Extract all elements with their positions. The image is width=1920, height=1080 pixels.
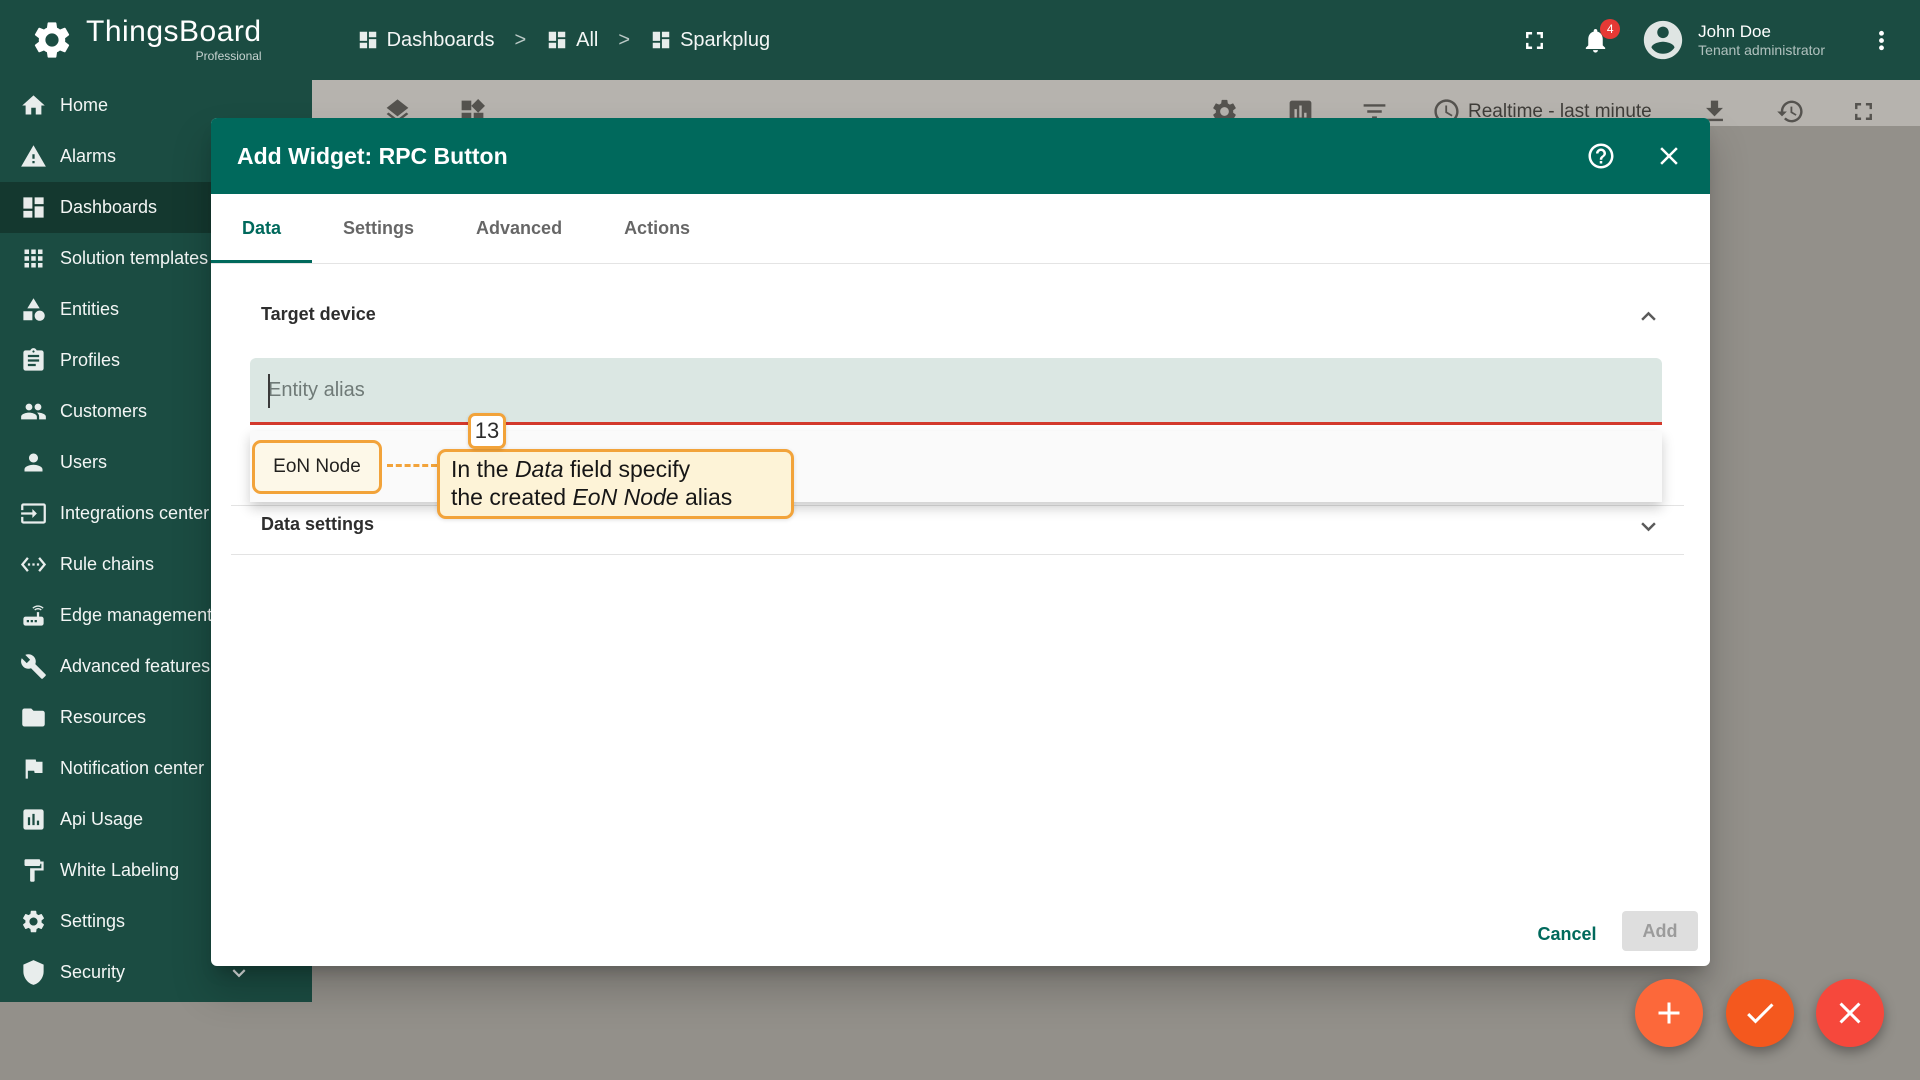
top-header: ThingsBoard Professional Dashboards > Al… [0, 0, 1920, 80]
fullscreen-icon[interactable] [1849, 97, 1878, 126]
add-widget-fab[interactable] [1635, 979, 1703, 1047]
sidebar-item-label: Api Usage [60, 809, 144, 829]
breadcrumb-label: Dashboards [386, 28, 495, 51]
input-icon [21, 503, 46, 524]
breadcrumb-label: All [576, 28, 599, 51]
category-icon [23, 298, 45, 321]
tutorial-step-badge: 13 [468, 413, 506, 449]
dialog-header: Add Widget: RPC Button [211, 118, 1710, 194]
data-settings-panel-title: Data settings [261, 514, 375, 534]
user-role: Tenant administrator [1698, 41, 1825, 58]
expand-panel-chevron-down-icon[interactable] [1634, 512, 1663, 541]
tutorial-callout-line2: the created EoN Node alias [451, 484, 733, 510]
person-icon [24, 453, 43, 472]
people-icon [21, 403, 46, 420]
cancel-button[interactable]: Cancel [1527, 915, 1607, 953]
tab-advanced[interactable]: Advanced [445, 194, 593, 263]
wrench-icon [21, 654, 46, 679]
breadcrumb-item-sparkplug[interactable]: Sparkplug [650, 29, 770, 52]
add-widget-dialog: Add Widget: RPC Button Data Settings Adv… [211, 118, 1710, 966]
divider [231, 554, 1684, 555]
sidebar-item-label: Advanced features [60, 656, 211, 676]
dashboards-icon [652, 31, 670, 49]
help-icon[interactable] [1586, 141, 1616, 171]
user-info: John Doe Tenant administrator [1698, 21, 1825, 60]
tutorial-connector-line [387, 464, 437, 467]
dialog-tabs: Data Settings Advanced Actions [211, 194, 1710, 264]
logo-title: ThingsBoard [86, 15, 262, 48]
breadcrumb-label: Sparkplug [680, 28, 771, 51]
sidebar-item-label: Home [60, 95, 109, 115]
sidebar-item-label: Edge management [60, 605, 213, 625]
more-vert-icon[interactable] [1867, 26, 1896, 55]
ethernet-icon [20, 557, 47, 572]
tab-actions[interactable]: Actions [593, 194, 721, 263]
tutorial-callout-line1: In the Data field specify [451, 456, 691, 482]
sidebar-item-label: Solution templates [60, 248, 209, 268]
notifications-button[interactable]: 4 [1581, 18, 1621, 55]
tutorial-callout: In the Data field specify the created Eo… [437, 449, 794, 519]
history-icon[interactable] [1776, 97, 1805, 126]
logo-text: ThingsBoard Professional [86, 15, 262, 64]
sidebar-item-label: Security [60, 962, 126, 982]
thingsboard-logo-icon [34, 22, 70, 58]
check-icon [1747, 1003, 1774, 1024]
target-device-panel-title: Target device [261, 304, 376, 324]
user-avatar[interactable] [1640, 17, 1686, 63]
sidebar-item-label: Notification center [60, 758, 205, 778]
sidebar-item-label: Dashboards [60, 197, 158, 217]
sidebar-item-label: White Labeling [60, 860, 180, 880]
dashboards-icon [23, 197, 44, 218]
thingsboard-app: ThingsBoard Professional Dashboards > Al… [0, 0, 1920, 1080]
autocomplete-option-eon-node[interactable]: EoN Node [273, 456, 361, 478]
tab-data[interactable]: Data [211, 194, 313, 263]
apps-icon [24, 249, 43, 268]
flag-icon [25, 759, 43, 779]
thingsboard-logo[interactable]: ThingsBoard Professional [0, 17, 262, 63]
add-button[interactable]: Add [1622, 911, 1698, 951]
plus-icon [1658, 1002, 1680, 1024]
sidebar-item-label: Resources [60, 707, 147, 727]
notification-count-badge: 4 [1600, 18, 1621, 39]
shield-icon [23, 960, 44, 985]
user-name: John Doe [1698, 21, 1771, 41]
breadcrumb: Dashboards > All > Sparkplug [357, 28, 770, 52]
entity-alias-input[interactable] [250, 358, 1662, 425]
tutorial-highlight-box: EoN Node [252, 440, 382, 494]
tab-settings[interactable]: Settings [312, 194, 445, 263]
warning-icon [21, 145, 46, 167]
sidebar-item-label: Rule chains [60, 554, 155, 574]
sidebar-item-label: Users [60, 452, 108, 472]
header-actions: 4 John Doe Tenant administrator [1520, 17, 1920, 63]
sidebar-item-label: Alarms [60, 146, 117, 166]
sidebar-item-label: Settings [60, 911, 126, 931]
breadcrumb-item-all[interactable]: All [546, 29, 598, 52]
text-cursor [268, 374, 270, 408]
sidebar-item-label: Customers [60, 401, 148, 421]
logo-subtitle: Professional [195, 49, 262, 63]
chart-icon [23, 809, 44, 830]
router-icon [23, 605, 44, 626]
dashboards-icon [359, 31, 376, 49]
close-icon[interactable] [1654, 141, 1684, 171]
sidebar-item-label: Integrations center [60, 503, 210, 523]
collapse-panel-chevron-up-icon[interactable] [1634, 302, 1663, 331]
fullscreen-icon[interactable] [1520, 26, 1549, 55]
breadcrumb-item-dashboards[interactable]: Dashboards [357, 28, 495, 52]
dashboards-icon [548, 31, 566, 49]
breadcrumb-separator: > [618, 28, 631, 51]
close-icon [1839, 1002, 1861, 1024]
assignment-icon [23, 348, 44, 371]
apply-changes-fab[interactable] [1726, 979, 1794, 1047]
paint-icon [24, 859, 44, 882]
discard-changes-fab[interactable] [1816, 979, 1884, 1047]
folder-icon [22, 708, 45, 727]
sidebar-item-label: Profiles [60, 350, 121, 370]
home-icon [22, 95, 45, 115]
dialog-title: Add Widget: RPC Button [237, 142, 508, 169]
gear-icon [22, 910, 45, 933]
sidebar-item-label: Entities [60, 299, 120, 319]
breadcrumb-separator: > [514, 28, 527, 51]
